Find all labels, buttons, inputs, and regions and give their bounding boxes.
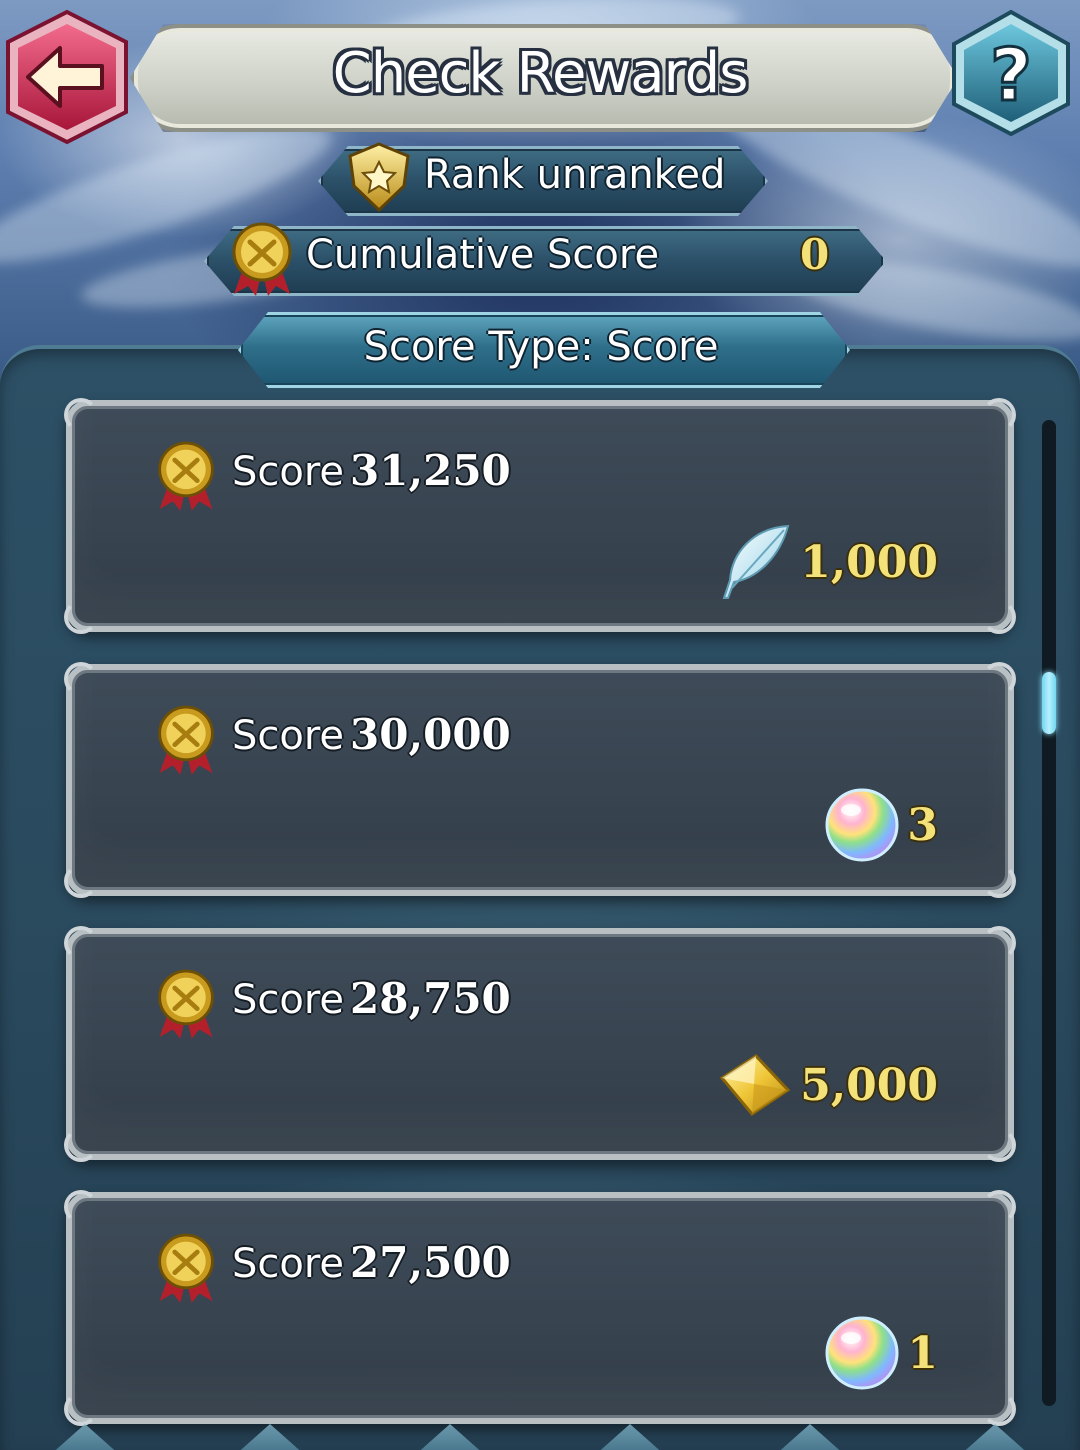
score-type-label[interactable]: Score Type: Score <box>238 312 844 382</box>
reward-card: Score 31,250 1,000 <box>64 398 1016 634</box>
help-button[interactable]: ? <box>946 8 1076 138</box>
rank-text: Rank unranked <box>424 152 726 198</box>
reward-item: 1,000 <box>714 522 938 602</box>
reward-item: 1 <box>823 1314 938 1392</box>
reward-quantity: 5,000 <box>800 1059 938 1111</box>
score-threshold: Score 31,250 <box>232 446 511 495</box>
medal-icon <box>158 441 214 511</box>
reward-card: Score 27,500 1 <box>64 1190 1016 1426</box>
back-button[interactable] <box>0 8 136 146</box>
reward-quantity: 1,000 <box>800 536 938 588</box>
svg-text:?: ? <box>990 33 1032 117</box>
back-arrow-icon <box>6 9 128 145</box>
reward-quantity: 3 <box>907 799 938 851</box>
cumulative-score-label: Cumulative Score <box>306 232 660 278</box>
orb-icon <box>825 788 899 862</box>
reward-card: Score 28,750 5,000 <box>64 926 1016 1162</box>
reward-item: 5,000 <box>716 1050 938 1120</box>
scrollbar-track[interactable] <box>1042 420 1056 1406</box>
orb-icon <box>825 1316 899 1390</box>
reward-quantity: 1 <box>907 1327 938 1379</box>
score-threshold: Score 27,500 <box>232 1238 511 1287</box>
reward-card: Score 30,000 3 <box>64 662 1016 898</box>
medal-icon <box>158 705 214 775</box>
rank-shield-icon <box>348 142 410 213</box>
score-threshold: Score 30,000 <box>232 710 511 759</box>
gold-crystal-icon <box>719 1054 791 1116</box>
medal-icon <box>232 222 292 296</box>
feather-icon <box>722 524 790 599</box>
page-title: Check Rewards <box>332 41 749 106</box>
cumulative-score-value: 0 <box>800 230 830 279</box>
medal-icon <box>158 1233 214 1303</box>
help-question-icon: ? <box>952 9 1070 137</box>
reward-item: 3 <box>823 786 938 864</box>
scrollbar-thumb[interactable] <box>1042 672 1056 734</box>
medal-icon <box>158 969 214 1039</box>
score-threshold: Score 28,750 <box>232 974 511 1023</box>
